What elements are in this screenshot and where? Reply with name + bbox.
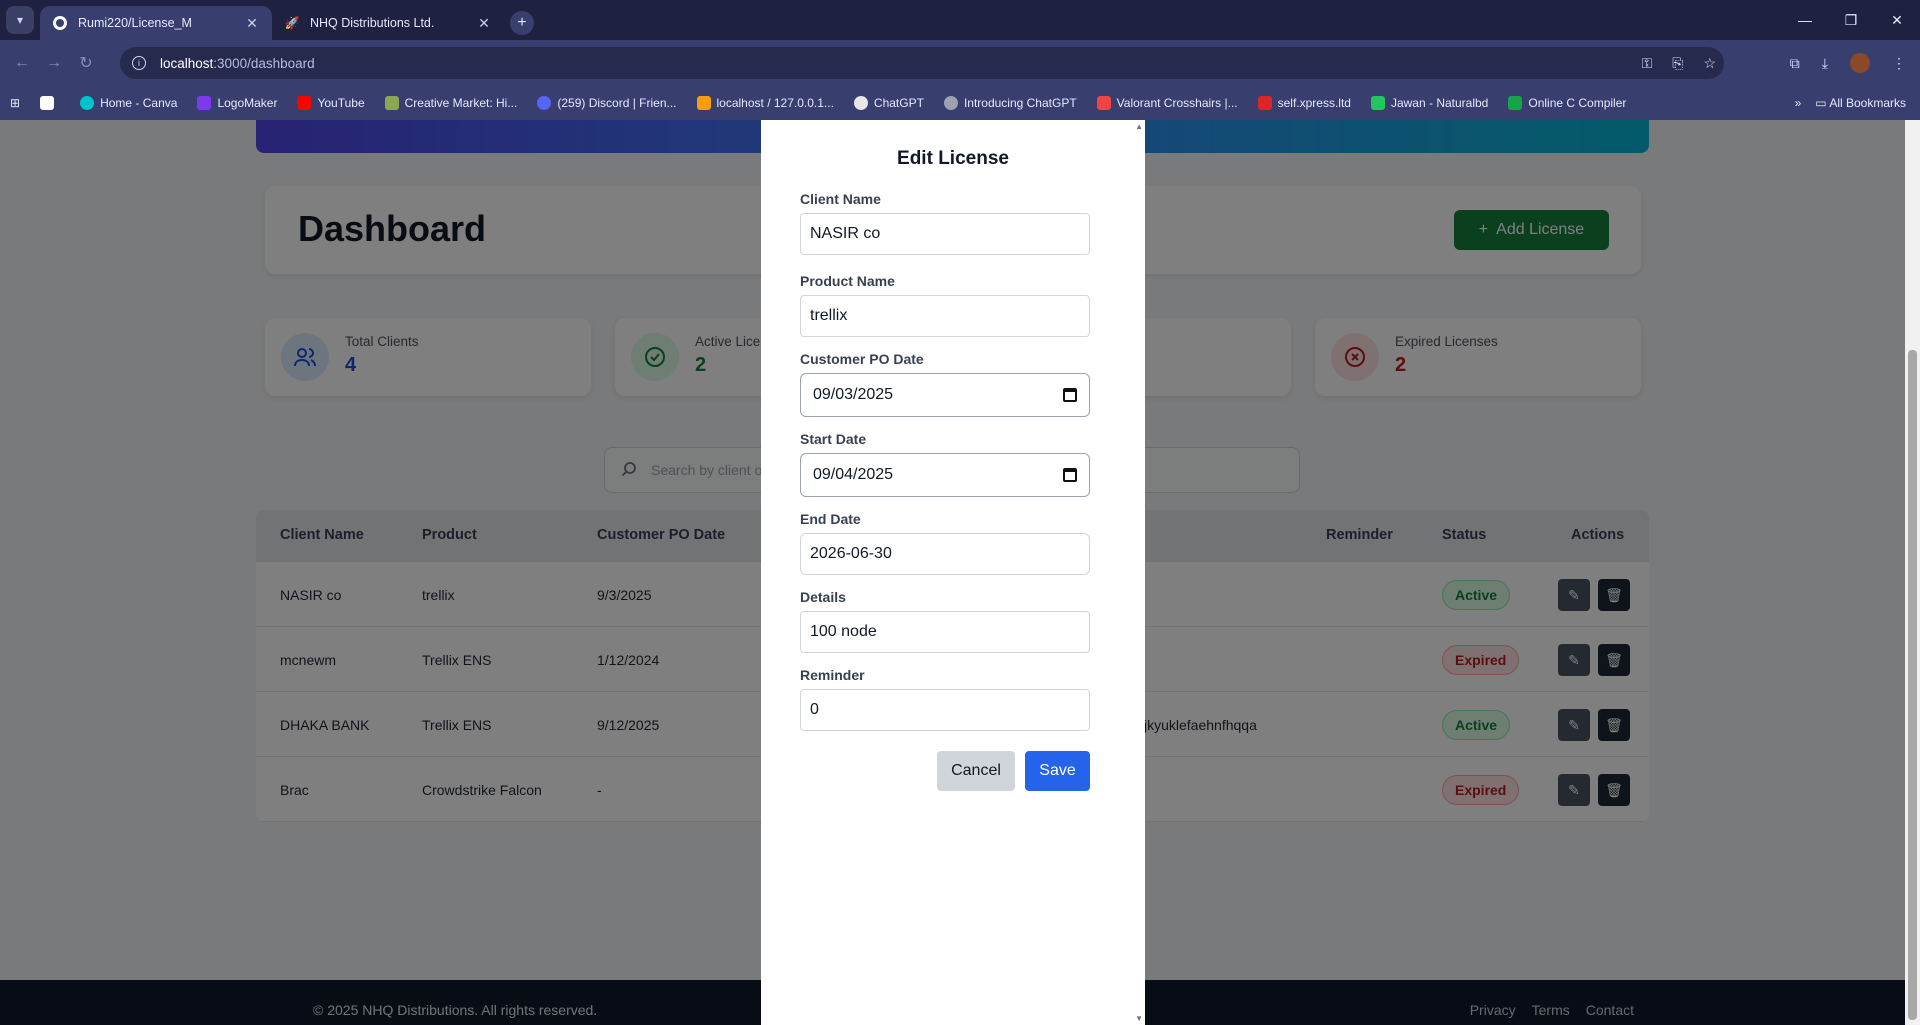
forward-icon[interactable]: → (38, 54, 70, 72)
scroll-up-icon[interactable]: ▲ (1135, 122, 1143, 131)
reminder-label: Reminder (800, 667, 865, 683)
close-window-icon[interactable]: ✕ (1874, 0, 1920, 40)
bookmark-favicon-icon (1257, 96, 1272, 110)
bookmark-item[interactable]: (259) Discord | Frien... (537, 96, 677, 110)
bookmark-item[interactable]: Valorant Crosshairs |... (1096, 96, 1238, 110)
calendar-icon[interactable] (1063, 388, 1077, 402)
discord-icon (537, 96, 552, 110)
menu-icon[interactable]: ⋮ (1892, 55, 1906, 72)
extensions-icon[interactable]: ⧉ (1790, 55, 1800, 72)
bookmark-item[interactable]: self.xpress.ltd (1257, 96, 1351, 110)
bookmark-item[interactable]: Home - Canva (80, 96, 177, 110)
client-name-input[interactable]: NASIR co (800, 213, 1090, 255)
details-input[interactable]: 100 node (800, 611, 1090, 653)
reload-icon[interactable]: ↻ (70, 53, 102, 73)
tab-nhq[interactable]: 🚀 NHQ Distributions Ltd. ✕ (272, 6, 504, 40)
bookmark-blank[interactable] (40, 96, 60, 110)
install-app-icon[interactable]: ⎘ (1672, 55, 1683, 72)
bookmark-item[interactable]: YouTube (297, 96, 365, 110)
bookmark-favicon-icon (943, 96, 958, 110)
bookmark-favicon-icon (1096, 96, 1111, 110)
address-bar[interactable]: i localhost:3000/dashboard ⚿ ⎘ ☆ (120, 47, 1724, 79)
page-scrollbar[interactable] (1905, 120, 1920, 1025)
back-icon[interactable]: ← (6, 54, 38, 72)
bookmark-favicon-icon (384, 96, 399, 110)
more-bookmarks-icon[interactable]: » (1795, 96, 1802, 110)
bookmark-item[interactable]: Creative Market: Hi... (384, 96, 517, 110)
reminder-input[interactable]: 0 (800, 689, 1090, 731)
password-key-icon[interactable]: ⚿ (1642, 55, 1653, 72)
browser-tab-bar: ▾ Rumi220/License_M ✕ 🚀 NHQ Distribution… (0, 0, 1920, 40)
cancel-button[interactable]: Cancel (937, 751, 1015, 791)
window-controls: — ❐ ✕ (1782, 0, 1920, 40)
github-icon (52, 15, 68, 31)
bookmark-item[interactable]: Jawan - Naturalbd (1370, 96, 1488, 110)
restore-icon[interactable]: ❐ (1828, 0, 1874, 40)
rocket-icon: 🚀 (284, 16, 300, 30)
bookmark-item[interactable]: Online C Compiler (1508, 96, 1626, 110)
modal-title: Edit License (897, 148, 1009, 169)
tab-github[interactable]: Rumi220/License_M ✕ (40, 6, 272, 40)
bookmark-favicon-icon (1508, 96, 1523, 110)
po-date-label: Customer PO Date (800, 351, 924, 367)
apps-icon[interactable]: ⊞ (10, 96, 20, 110)
url-path: :3000/dashboard (213, 55, 315, 71)
site-info-icon[interactable]: i (132, 56, 146, 70)
start-date-label: Start Date (800, 431, 867, 447)
minimize-icon[interactable]: — (1782, 0, 1828, 40)
start-date-input[interactable]: 09/04/2025 (800, 453, 1090, 497)
calendar-icon[interactable] (1063, 468, 1077, 482)
browser-right-tools: ⧉ ⤓ ⋮ (1790, 40, 1906, 86)
end-date-input[interactable]: 2026-06-30 (800, 533, 1090, 575)
edit-license-modal: ▲ Edit License Client Name NASIR co Prod… (761, 120, 1145, 1025)
new-tab-button[interactable]: + (510, 11, 534, 35)
tab-label: NHQ Distributions Ltd. (310, 16, 435, 30)
browser-toolbar: ← → ↻ i localhost:3000/dashboard ⚿ ⎘ ☆ (0, 40, 1920, 86)
bookmark-item[interactable]: Introducing ChatGPT (943, 96, 1077, 110)
close-tab-icon[interactable]: ✕ (244, 15, 260, 32)
details-label: Details (800, 589, 846, 605)
save-button[interactable]: Save (1025, 751, 1090, 791)
chatgpt-icon (853, 96, 868, 110)
scroll-down-icon[interactable]: ▼ (1135, 1014, 1143, 1023)
end-date-label: End Date (800, 511, 861, 527)
url-host: localhost (160, 55, 214, 71)
all-bookmarks[interactable]: ▭ All Bookmarks (1815, 96, 1906, 110)
bookmark-star-icon[interactable]: ☆ (1703, 55, 1716, 72)
po-date-input[interactable]: 09/03/2025 (800, 373, 1090, 417)
client-name-label: Client Name (800, 191, 881, 207)
bookmark-favicon-icon (1370, 96, 1385, 110)
youtube-icon (297, 96, 312, 110)
profile-avatar[interactable] (1850, 53, 1870, 73)
close-tab-icon[interactable]: ✕ (476, 15, 492, 32)
bookmark-favicon-icon (80, 96, 95, 110)
downloads-icon[interactable]: ⤓ (1822, 55, 1828, 72)
tab-search-button[interactable]: ▾ (6, 6, 34, 34)
scrollbar-thumb[interactable] (1908, 350, 1917, 1020)
bookmark-item[interactable]: localhost / 127.0.0.1... (696, 96, 834, 110)
bookmark-favicon-icon (197, 96, 212, 110)
bookmark-favicon-icon (696, 96, 711, 110)
product-name-input[interactable]: trellix (800, 295, 1090, 337)
product-name-label: Product Name (800, 273, 895, 289)
bookmark-item[interactable]: LogoMaker (197, 96, 277, 110)
tab-label: Rumi220/License_M (78, 16, 192, 30)
bookmark-item[interactable]: ChatGPT (853, 96, 924, 110)
bookmarks-bar: ⊞ Home - Canva LogoMaker YouTube Creativ… (0, 86, 1920, 120)
